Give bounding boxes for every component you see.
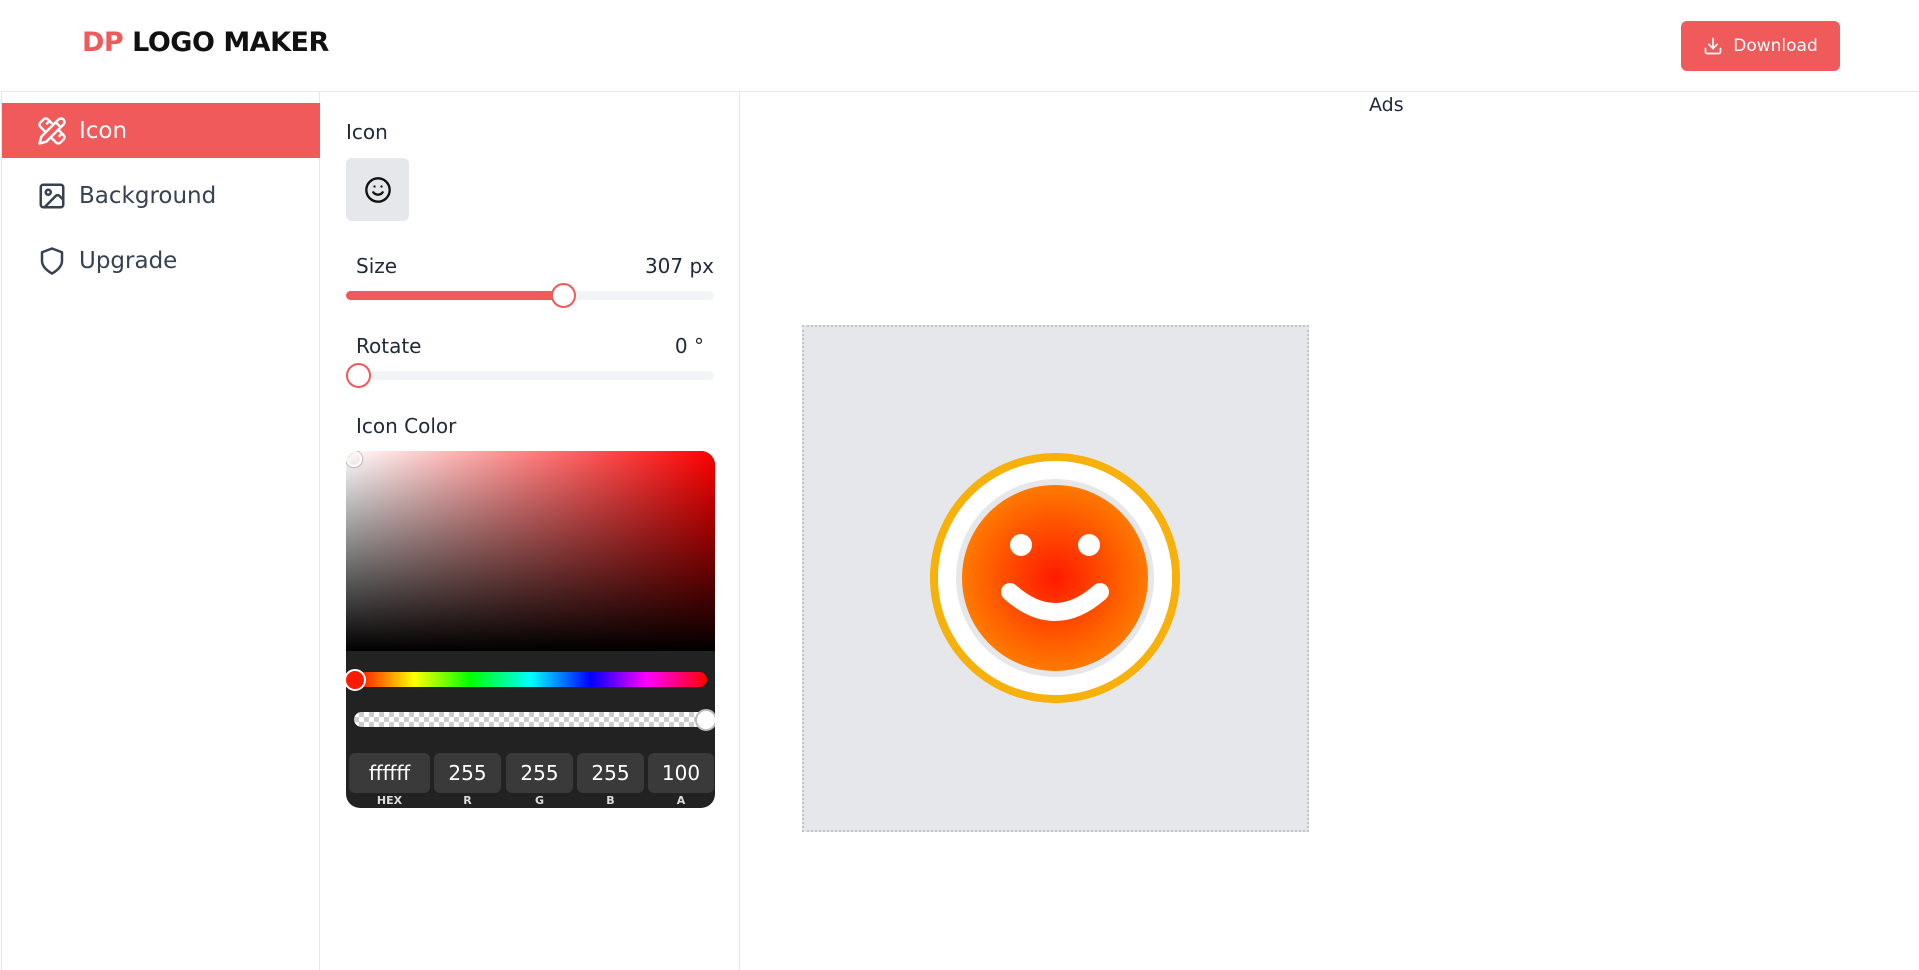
sidebar-item-icon[interactable]: Icon [2,103,320,158]
size-slider[interactable] [346,283,714,308]
rotate-value: 0 ° [674,334,704,358]
sidebar-item-label: Icon [79,117,128,144]
b-input[interactable]: 255 [577,753,644,793]
alpha-slider[interactable] [354,709,715,731]
rotate-slider[interactable] [346,363,714,388]
a-label: A [676,794,686,807]
sidebar-item-label: Background [79,182,217,209]
header: DP LOGO MAKER Download [1,1,1919,92]
alpha-thumb[interactable] [695,709,715,731]
smile-icon [364,176,391,203]
sidebar-item-background[interactable]: Background [2,168,320,223]
download-icon [1704,37,1722,55]
g-input[interactable]: 255 [506,753,573,793]
settings-panel: Icon Size 307 px Rotate 0 ° Icon Color f… [320,92,740,970]
download-button[interactable]: Download [1681,21,1840,71]
smile-right-eye [1078,534,1100,556]
size-slider-fill [346,291,563,300]
smile-left-eye [1010,534,1032,556]
size-label: Size [356,254,398,278]
size-slider-thumb[interactable] [551,283,576,308]
icon-selector-button[interactable] [346,158,409,221]
r-input[interactable]: 255 [434,753,501,793]
preview-area: Ads [741,92,1919,970]
ads-label: Ads [1369,94,1404,116]
r-label: R [463,794,472,807]
b-label: B [606,794,615,807]
image-icon [39,183,65,208]
size-value: 307 px [644,254,714,278]
hex-label: HEX [376,794,403,807]
rotate-label: Rotate [356,334,422,358]
icon-color-label: Icon Color [356,414,457,438]
logo-accent: DP [82,27,124,58]
saturation-thumb[interactable] [346,451,362,467]
icon-section-label: Icon [346,120,388,144]
pen-ruler-icon [38,116,66,145]
sidebar: Icon Background Upgrade [1,92,320,970]
logo-main: LOGO MAKER [132,27,329,58]
smile-face [962,485,1148,671]
saturation-area[interactable] [346,451,715,651]
sidebar-item-label: Upgrade [79,247,178,274]
hex-input[interactable]: ffffff [349,753,430,793]
color-picker: ffffff 255 255 255 100 HEX R G B A [346,451,715,808]
hue-slider[interactable] [346,669,707,691]
g-label: G [534,794,545,807]
hue-thumb[interactable] [346,669,366,691]
logo-preview [930,453,1180,703]
shield-icon [40,246,64,275]
logo-canvas[interactable] [802,325,1309,832]
logo[interactable]: DP LOGO MAKER [82,27,329,58]
sidebar-item-upgrade[interactable]: Upgrade [2,233,320,288]
download-label: Download [1733,36,1818,56]
a-input[interactable]: 100 [648,753,714,793]
rotate-slider-thumb[interactable] [346,363,371,388]
